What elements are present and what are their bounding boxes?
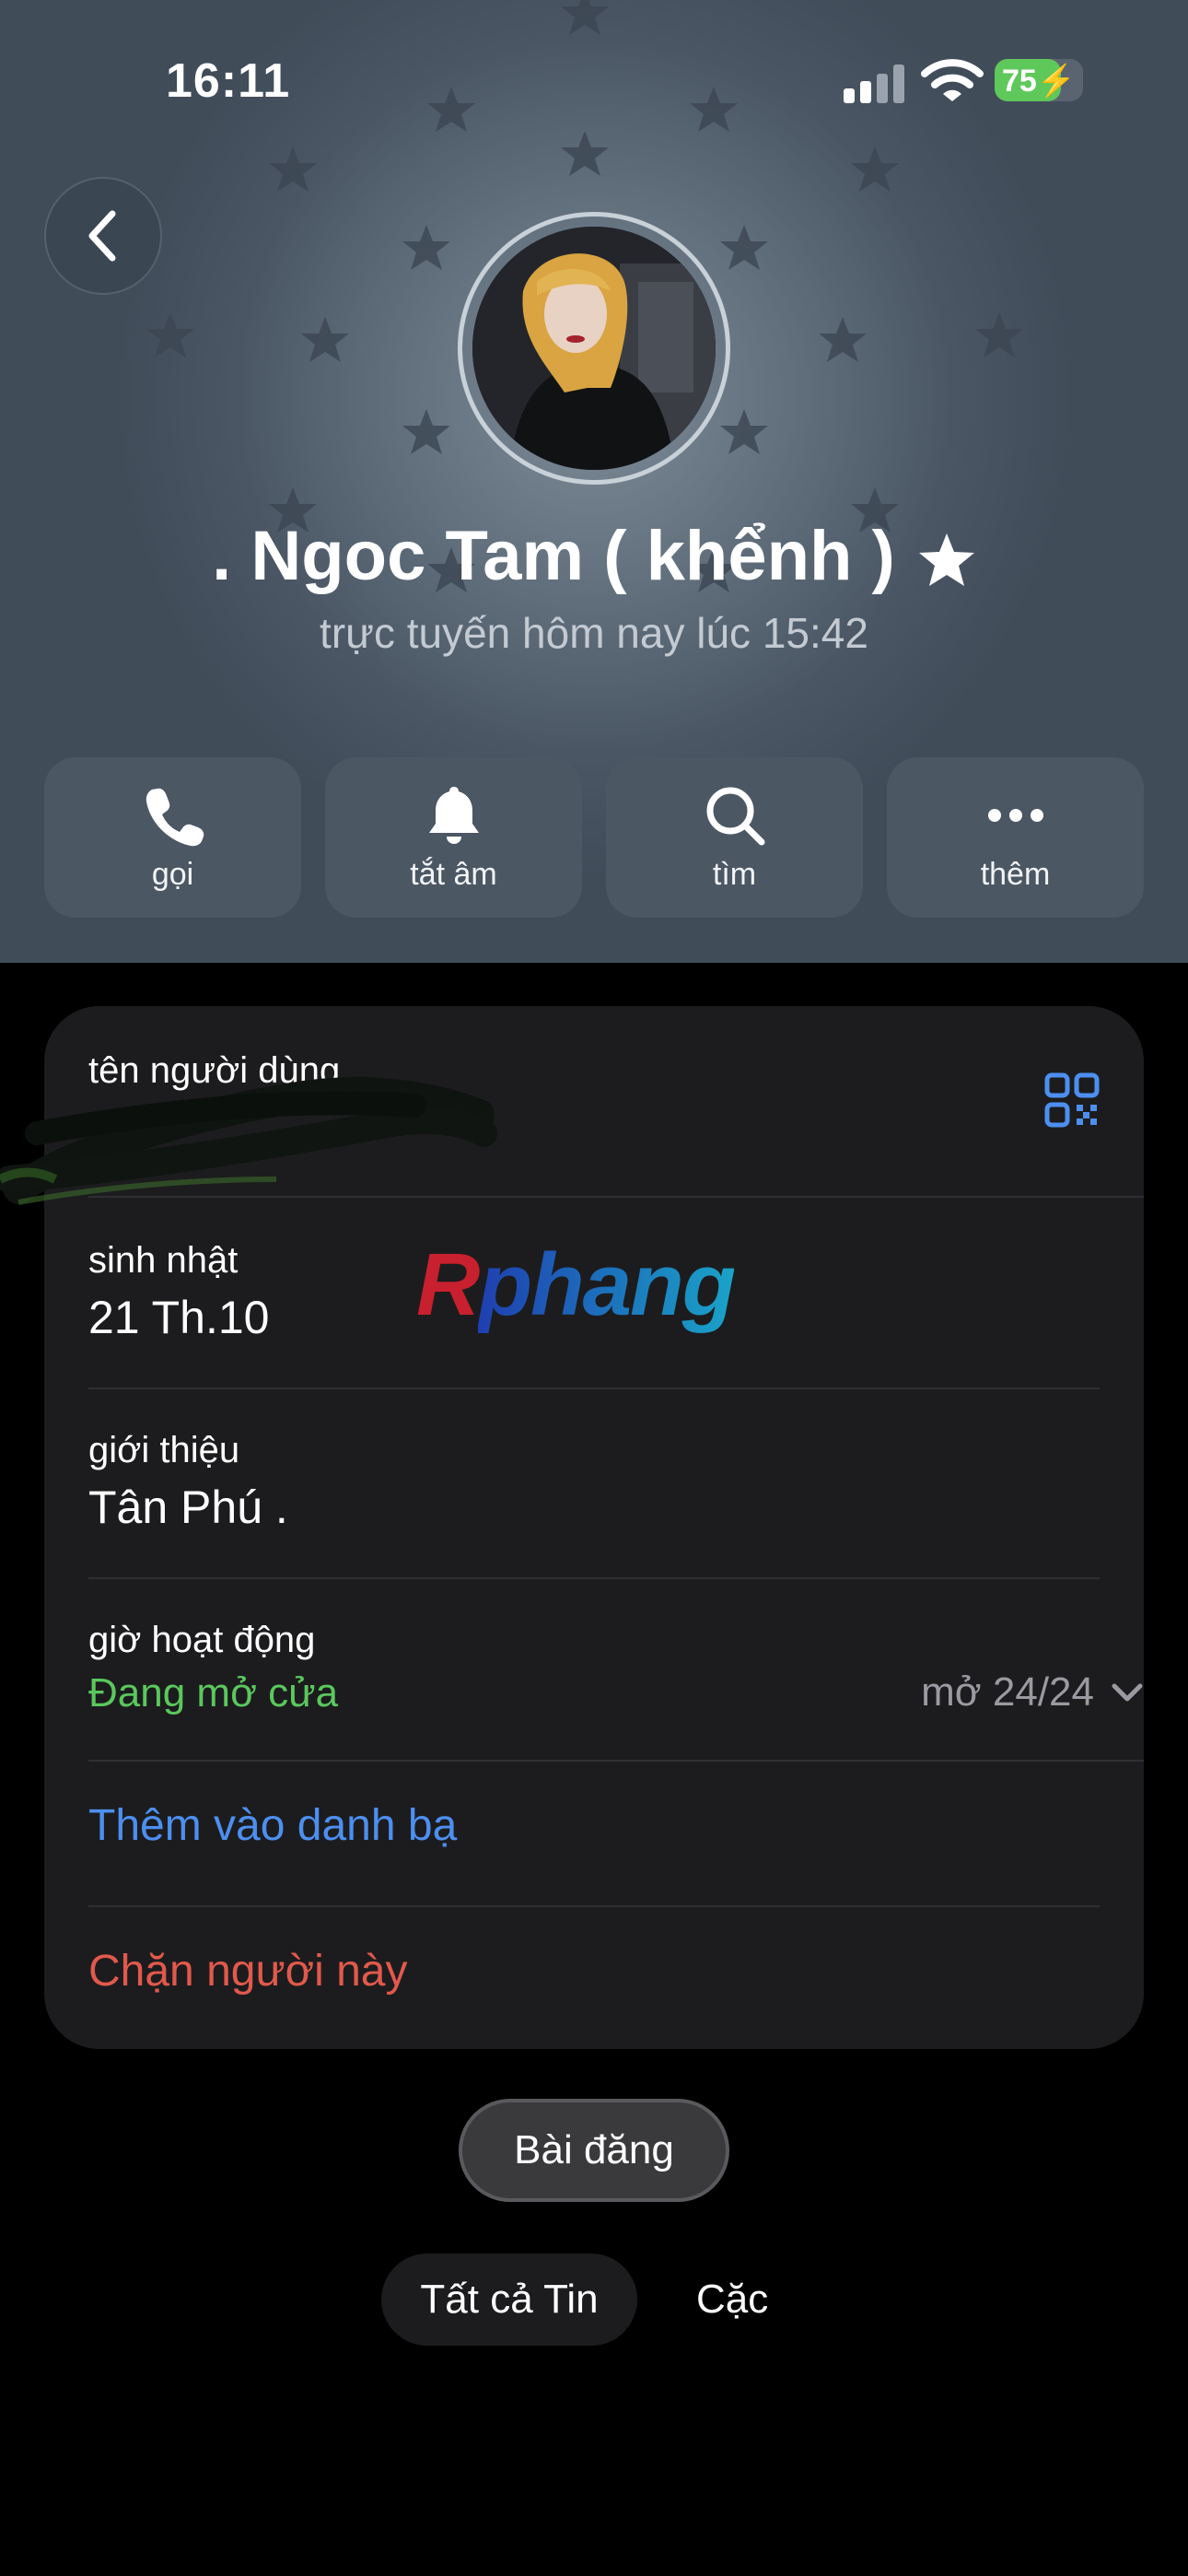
tab-all-stories[interactable]: Tất cả Tin [381,2254,637,2346]
phone-icon [146,788,204,847]
tab-other[interactable]: Cặc [696,2254,768,2346]
hours-label: giờ hoạt động [88,1620,316,1660]
mute-button[interactable]: tắt âm [325,757,582,918]
avatar[interactable] [472,227,716,470]
search-icon [706,787,764,846]
call-button[interactable]: gọi [44,757,301,918]
watermark-logo: Rphang [416,1235,736,1334]
clock: 16:11 [166,54,291,108]
hours-value: mở 24/24 [921,1669,1094,1715]
battery-indicator: 75⚡ [995,59,1083,101]
hours-expand-toggle[interactable]: mở 24/24 [921,1669,1144,1715]
block-row[interactable]: Chặn người này [88,1946,1100,1996]
profile-name-row: . Ngoc Tam ( khểnh ) [0,516,1188,596]
bio-value: Tân Phú . [88,1481,288,1533]
avatar-image [472,227,716,470]
divider [88,1388,1100,1389]
action-bar: gọi tắt âm tìm thêm [44,757,1144,918]
star-icon[interactable] [917,532,976,591]
mute-label: tắt âm [410,857,497,892]
profile-name: . Ngoc Tam ( khểnh ) [212,517,895,595]
last-seen-status: trực tuyến hôm nay lúc 15:42 [320,609,868,657]
divider [88,1905,1100,1907]
wifi-icon [921,59,984,101]
posts-button[interactable]: Bài đăng [459,2099,729,2202]
qr-code-icon[interactable] [1044,1072,1100,1128]
status-bar: 16:11 75⚡ [0,48,1188,112]
search-button[interactable]: tìm [606,757,863,918]
profile-header: 16:11 75⚡ . Ngoc Tam (khểnh) trực tuyế… [0,0,1188,963]
call-label: gọi [151,857,194,892]
bell-icon [428,787,479,844]
redaction-scribble [0,1077,497,1205]
add-contact-row[interactable]: Thêm vào danh bạ [88,1800,1100,1851]
cellular-signal-icon [844,64,904,103]
block-user-link[interactable]: Chặn người này [88,1946,1100,1996]
more-button[interactable]: thêm [887,757,1144,918]
add-contact-link[interactable]: Thêm vào danh bạ [88,1800,1100,1851]
chevron-left-icon [88,210,116,262]
divider [88,1577,1100,1579]
battery-percent: 75⚡ [1002,64,1077,99]
search-label: tìm [712,857,757,892]
divider [88,1760,1144,1762]
chevron-down-icon [1112,1683,1143,1702]
bio-row: giới thiệu Tân Phú . [88,1430,1100,1534]
back-button[interactable] [44,177,162,295]
more-icon [987,809,1043,822]
more-label: thêm [980,857,1051,892]
bio-label: giới thiệu [88,1430,240,1470]
